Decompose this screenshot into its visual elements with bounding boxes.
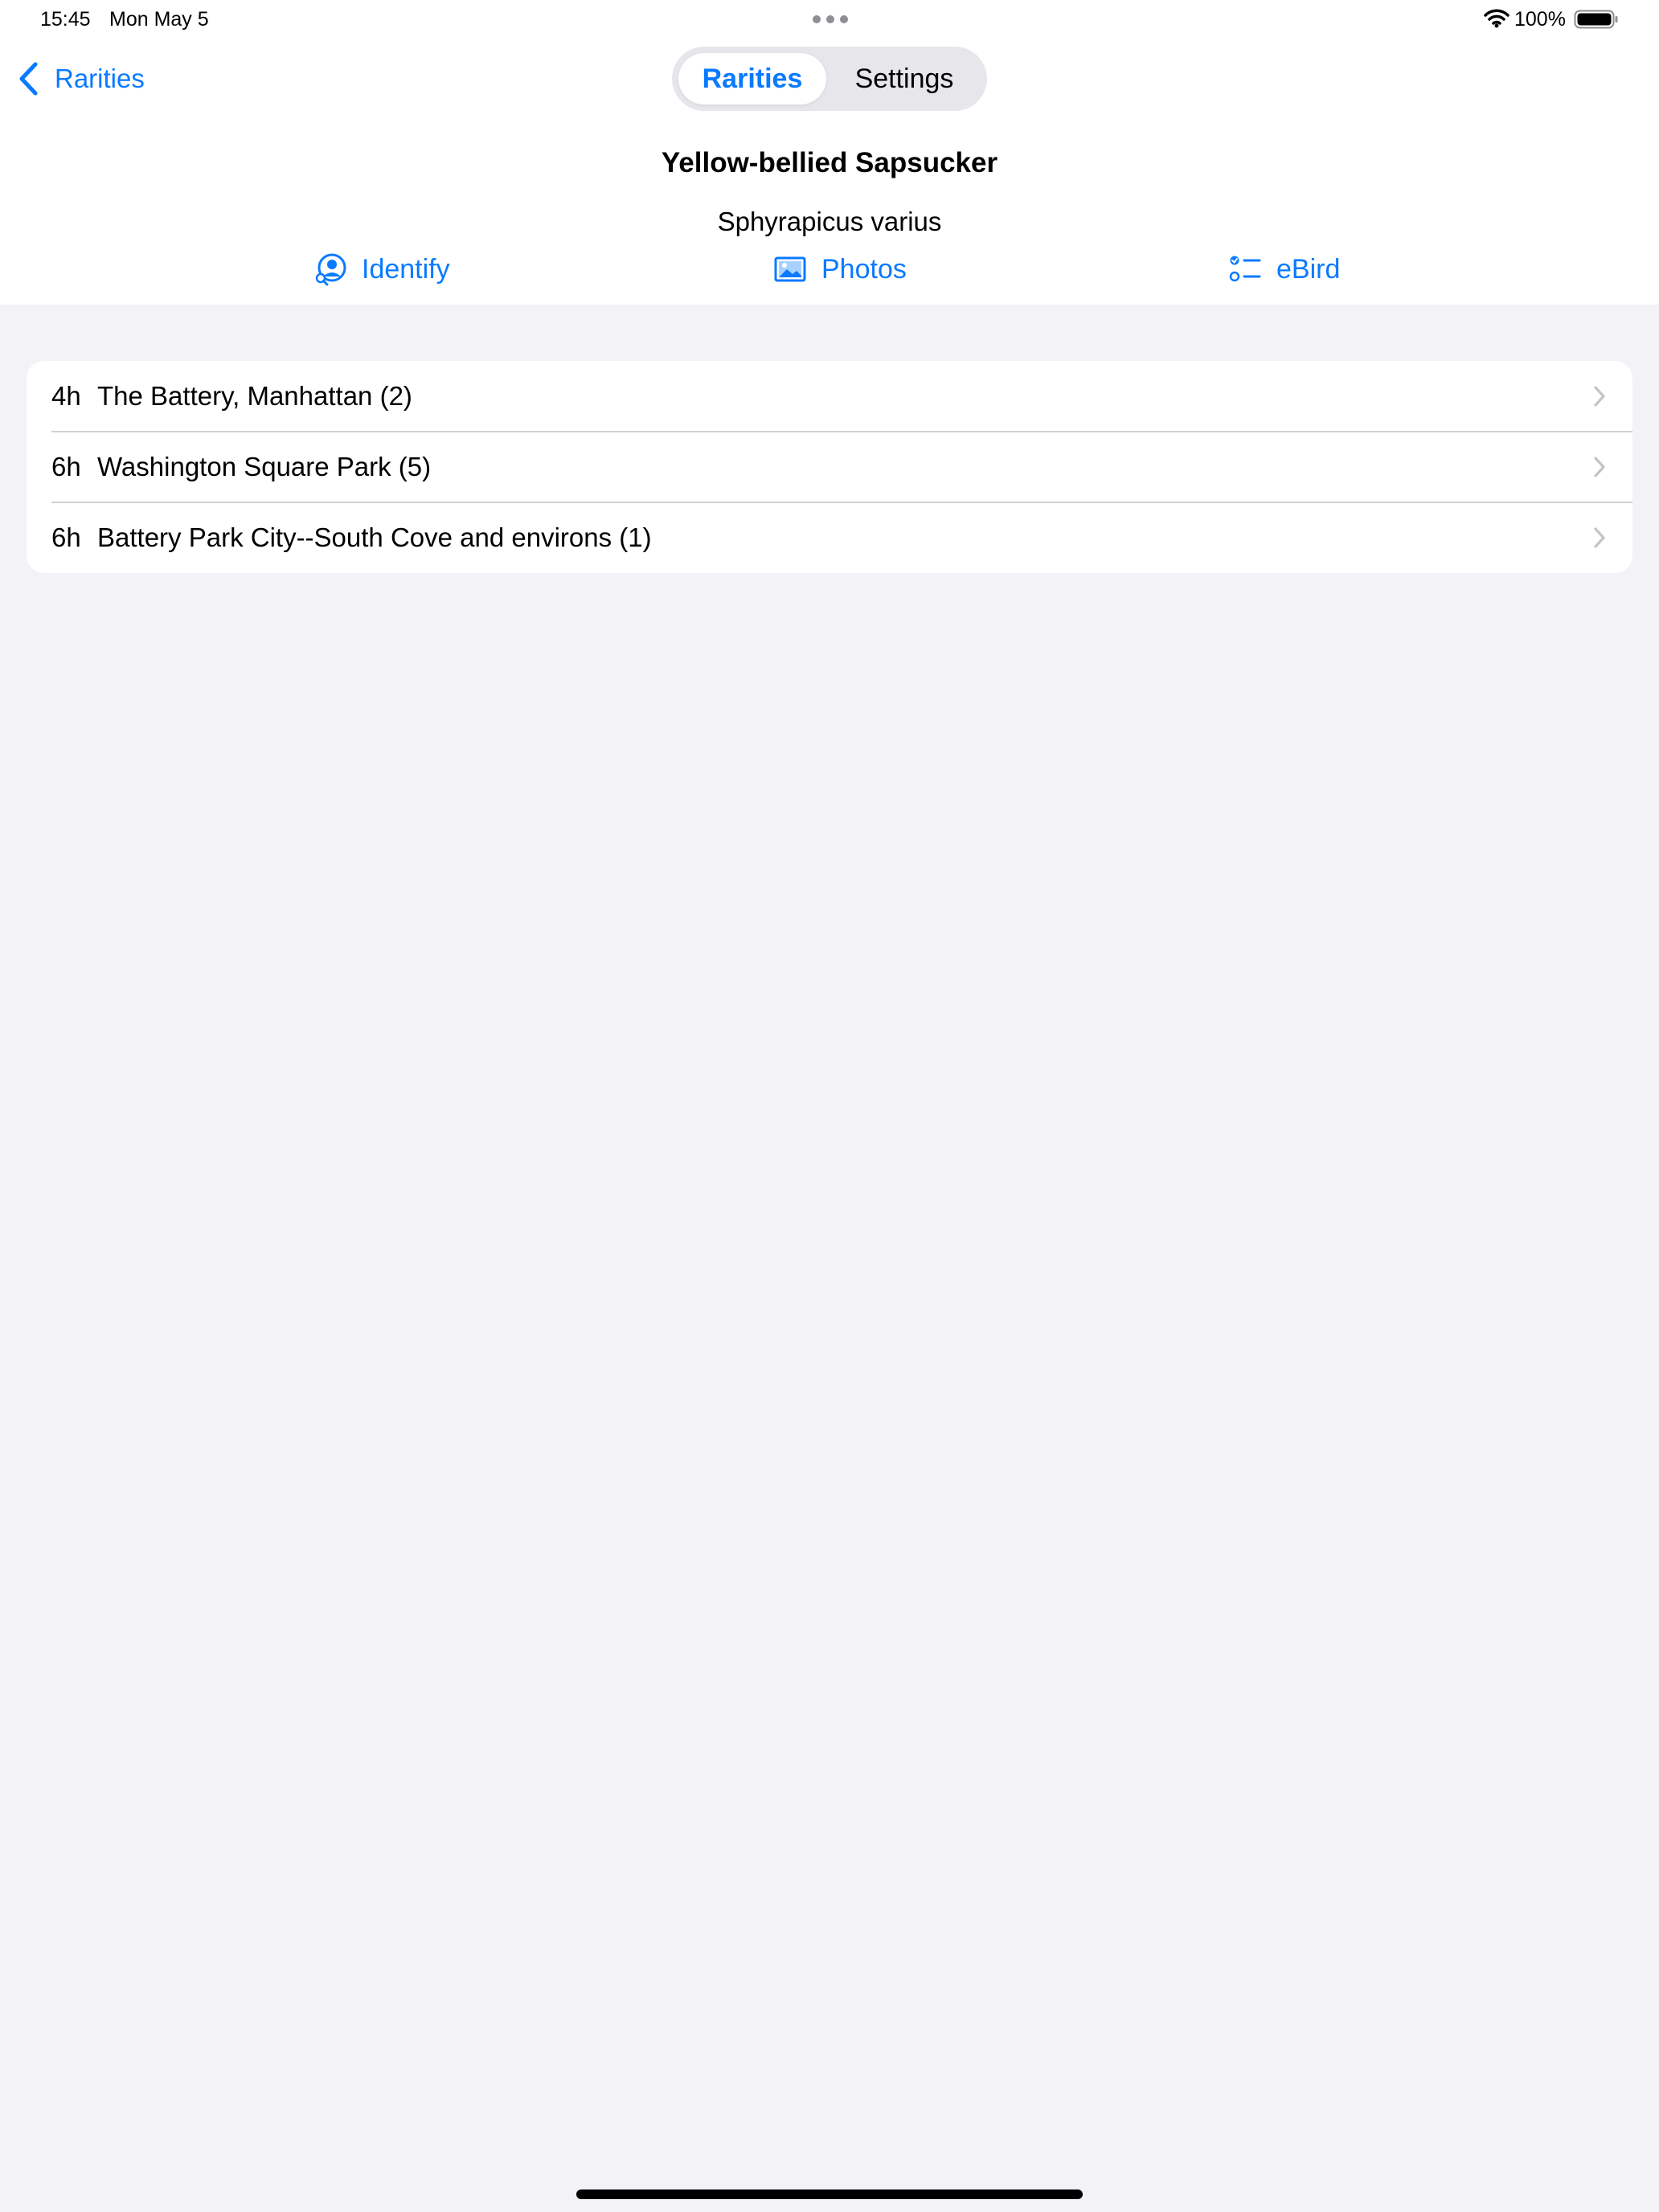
back-button[interactable]: Rarities bbox=[18, 58, 145, 100]
list-item[interactable]: 6h Battery Park City--South Cove and env… bbox=[27, 502, 1632, 573]
chevron-right-icon bbox=[1594, 386, 1605, 407]
chevron-right-icon bbox=[1594, 457, 1605, 477]
sighting-age: 6h bbox=[51, 452, 81, 481]
segment-rarities[interactable]: Rarities bbox=[678, 53, 826, 104]
ebird-label: eBird bbox=[1276, 254, 1341, 285]
list-item[interactable]: 4h The Battery, Manhattan (2) bbox=[27, 361, 1632, 432]
battery-percentage: 100% bbox=[1514, 8, 1566, 31]
photos-button[interactable]: Photos bbox=[773, 249, 907, 289]
identify-label: Identify bbox=[362, 254, 450, 285]
chevron-right-icon bbox=[1594, 527, 1605, 548]
identify-icon bbox=[315, 253, 346, 286]
sighting-location: Washington Square Park (5) bbox=[97, 452, 432, 481]
identify-button[interactable]: Identify bbox=[313, 249, 450, 289]
segment-settings[interactable]: Settings bbox=[828, 53, 981, 104]
multitasking-dots-icon[interactable] bbox=[812, 14, 849, 24]
battery-icon bbox=[1574, 10, 1618, 29]
segmented-control: Rarities Settings bbox=[672, 47, 987, 111]
list-item[interactable]: 6h Washington Square Park (5) bbox=[27, 432, 1632, 502]
status-date: Mon May 5 bbox=[109, 8, 209, 31]
status-time: 15:45 bbox=[40, 8, 91, 31]
species-common-name: Yellow-bellied Sapsucker bbox=[661, 147, 998, 178]
checklist-icon bbox=[1229, 256, 1261, 282]
sighting-age: 4h bbox=[51, 381, 81, 411]
header: 15:45 Mon May 5 100% Rarities Rarities S… bbox=[0, 0, 1659, 305]
photos-label: Photos bbox=[821, 254, 907, 285]
back-button-label: Rarities bbox=[55, 63, 145, 93]
sighting-location: Battery Park City--South Cove and enviro… bbox=[97, 522, 652, 552]
ebird-button[interactable]: eBird bbox=[1228, 249, 1340, 289]
photo-icon bbox=[774, 256, 806, 282]
sighting-location: The Battery, Manhattan (2) bbox=[97, 381, 412, 411]
chevron-left-icon bbox=[19, 62, 38, 96]
species-scientific-name: Sphyrapicus varius bbox=[717, 207, 942, 236]
sightings-list: 4h The Battery, Manhattan (2) 6h Washing… bbox=[27, 361, 1632, 573]
wifi-icon bbox=[1484, 9, 1509, 28]
sighting-age: 6h bbox=[51, 522, 81, 552]
home-indicator[interactable] bbox=[576, 2189, 1083, 2199]
